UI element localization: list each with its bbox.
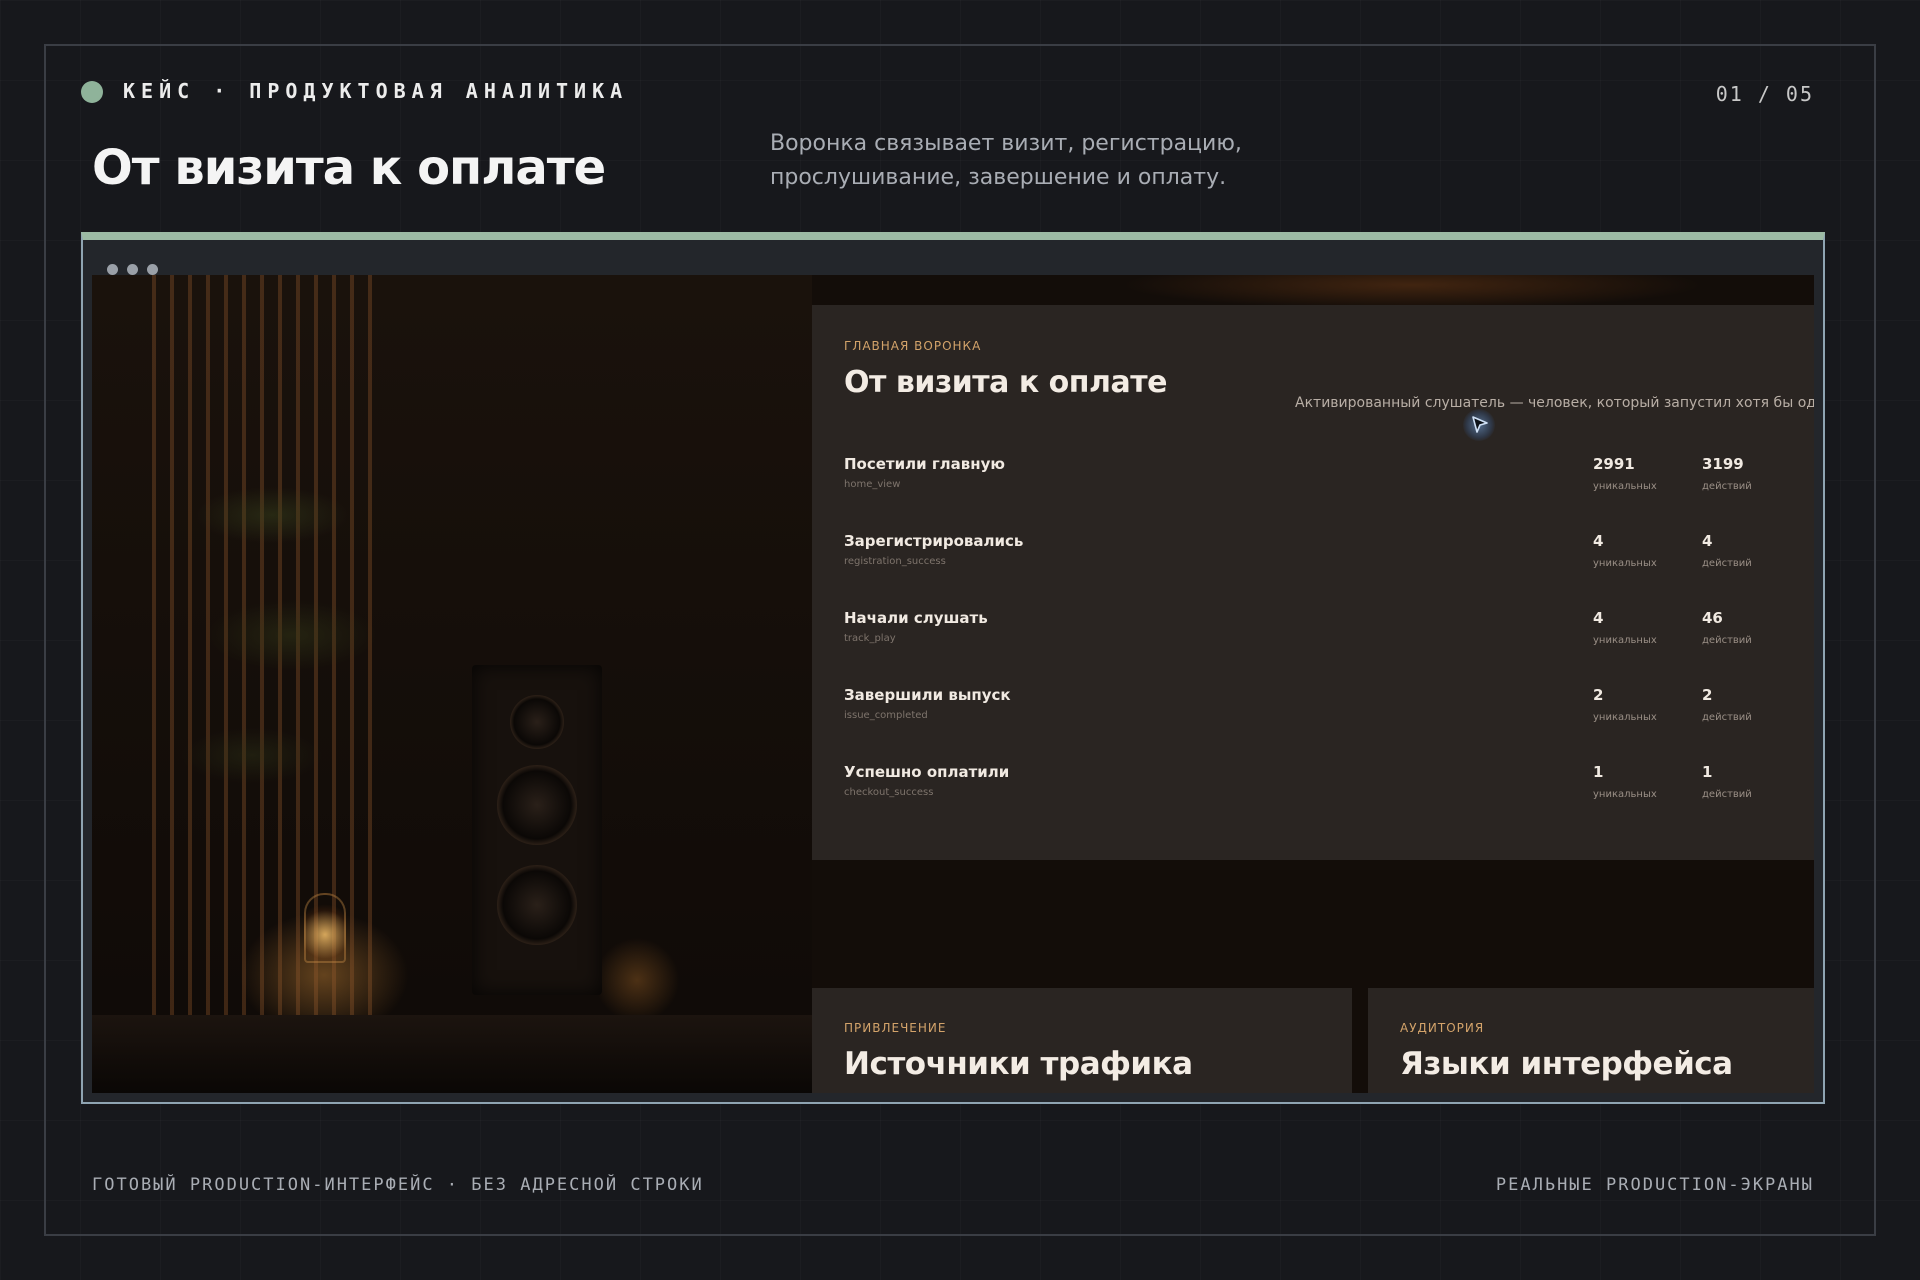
unique-value: 1: [1593, 763, 1604, 781]
funnel-title: От визита к оплате: [844, 365, 1167, 400]
funnel-step-event: issue_completed: [844, 710, 928, 721]
funnel-step-event: track_play: [844, 633, 896, 644]
actions-unit: действий: [1702, 635, 1752, 646]
background-photo: [92, 275, 812, 1093]
funnel-eyebrow: ГЛАВНАЯ ВОРОНКА: [844, 339, 982, 353]
funnel-step-label: Завершили выпуск: [844, 686, 1011, 704]
case-kicker: КЕЙС · ПРОДУКТОВАЯ АНАЛИТИКА: [123, 79, 629, 103]
card-title: Источники трафика: [844, 1046, 1193, 1082]
window-dot-icon: [147, 264, 158, 275]
unique-metric: 2 уникальных: [1593, 686, 1657, 723]
speaker-driver-icon: [497, 765, 577, 845]
actions-metric: 4 действий: [1702, 532, 1752, 569]
funnel-row[interactable]: Успешно оплатили checkout_success 1 уник…: [844, 763, 1804, 823]
funnel-row[interactable]: Зарегистрировались registration_success …: [844, 532, 1804, 592]
funnel-step-label: Зарегистрировались: [844, 532, 1024, 550]
funnel-step-label: Успешно оплатили: [844, 763, 1010, 781]
unique-unit: уникальных: [1593, 635, 1657, 646]
actions-value: 3199: [1702, 455, 1744, 473]
unique-value: 4: [1593, 609, 1604, 627]
interface-languages-card[interactable]: АУДИТОРИЯ Языки интерфейса: [1368, 988, 1814, 1093]
actions-unit: действий: [1702, 558, 1752, 569]
unique-value: 4: [1593, 532, 1604, 550]
actions-metric: 2 действий: [1702, 686, 1752, 723]
footer-left-caption: ГОТОВЫЙ PRODUCTION-ИНТЕРФЕЙС · БЕЗ АДРЕС…: [92, 1175, 704, 1195]
funnel-row[interactable]: Посетили главную home_view 2991 уникальн…: [844, 455, 1804, 515]
unique-metric: 4 уникальных: [1593, 609, 1657, 646]
page-counter: 01 / 05: [1715, 82, 1814, 106]
ambient-glow: [812, 275, 1814, 305]
browser-mockup: ГЛАВНАЯ ВОРОНКА От визита к оплате Актив…: [81, 232, 1825, 1104]
card-title: Языки интерфейса: [1400, 1046, 1733, 1082]
actions-unit: действий: [1702, 712, 1752, 723]
speaker-driver-icon: [497, 865, 577, 945]
unique-unit: уникальных: [1593, 789, 1657, 800]
page-title: От визита к оплате: [92, 140, 606, 196]
funnel-step-label: Посетили главную: [844, 455, 1006, 473]
traffic-sources-card[interactable]: ПРИВЛЕЧЕНИЕ Источники трафика: [812, 988, 1352, 1093]
speaker-driver-icon: [510, 695, 564, 749]
window-dot-icon: [127, 264, 138, 275]
lamp-image: [304, 893, 346, 963]
actions-metric: 1 действий: [1702, 763, 1752, 800]
pointer-cursor-icon: [1463, 409, 1495, 441]
actions-value: 46: [1702, 609, 1723, 627]
funnel-row[interactable]: Завершили выпуск issue_completed 2 уника…: [844, 686, 1804, 746]
unique-metric: 1 уникальных: [1593, 763, 1657, 800]
floor-image: [92, 1015, 812, 1093]
plant-image: [162, 435, 382, 955]
card-eyebrow: ПРИВЛЕЧЕНИЕ: [844, 1021, 947, 1035]
unique-unit: уникальных: [1593, 481, 1657, 492]
actions-unit: действий: [1702, 789, 1752, 800]
unique-value: 2: [1593, 686, 1604, 704]
window-controls: [107, 264, 158, 275]
actions-unit: действий: [1702, 481, 1752, 492]
funnel-row[interactable]: Начали слушать track_play 4 уникальных 4…: [844, 609, 1804, 669]
actions-metric: 3199 действий: [1702, 455, 1752, 492]
page-description: Воронка связывает визит, регистрацию, пр…: [770, 131, 1242, 190]
footer-right-caption: РЕАЛЬНЫЕ PRODUCTION-ЭКРАНЫ: [1495, 1175, 1814, 1195]
unique-metric: 2991 уникальных: [1593, 455, 1657, 492]
unique-unit: уникальных: [1593, 712, 1657, 723]
funnel-panel: ГЛАВНАЯ ВОРОНКА От визита к оплате Актив…: [812, 305, 1814, 860]
unique-value: 2991: [1593, 455, 1635, 473]
accent-dot-icon: [81, 81, 103, 103]
actions-value: 4: [1702, 532, 1713, 550]
speaker-image: [472, 665, 602, 995]
card-eyebrow: АУДИТОРИЯ: [1400, 1021, 1485, 1035]
funnel-step-event: checkout_success: [844, 787, 934, 798]
actions-metric: 46 действий: [1702, 609, 1752, 646]
app-screen: ГЛАВНАЯ ВОРОНКА От визита к оплате Актив…: [92, 275, 1814, 1093]
actions-value: 2: [1702, 686, 1713, 704]
window-dot-icon: [107, 264, 118, 275]
funnel-step-event: registration_success: [844, 556, 946, 567]
funnel-note: Активированный слушатель — человек, кото…: [1295, 395, 1814, 411]
unique-unit: уникальных: [1593, 558, 1657, 569]
funnel-step-event: home_view: [844, 479, 901, 490]
actions-value: 1: [1702, 763, 1713, 781]
unique-metric: 4 уникальных: [1593, 532, 1657, 569]
funnel-step-label: Начали слушать: [844, 609, 988, 627]
